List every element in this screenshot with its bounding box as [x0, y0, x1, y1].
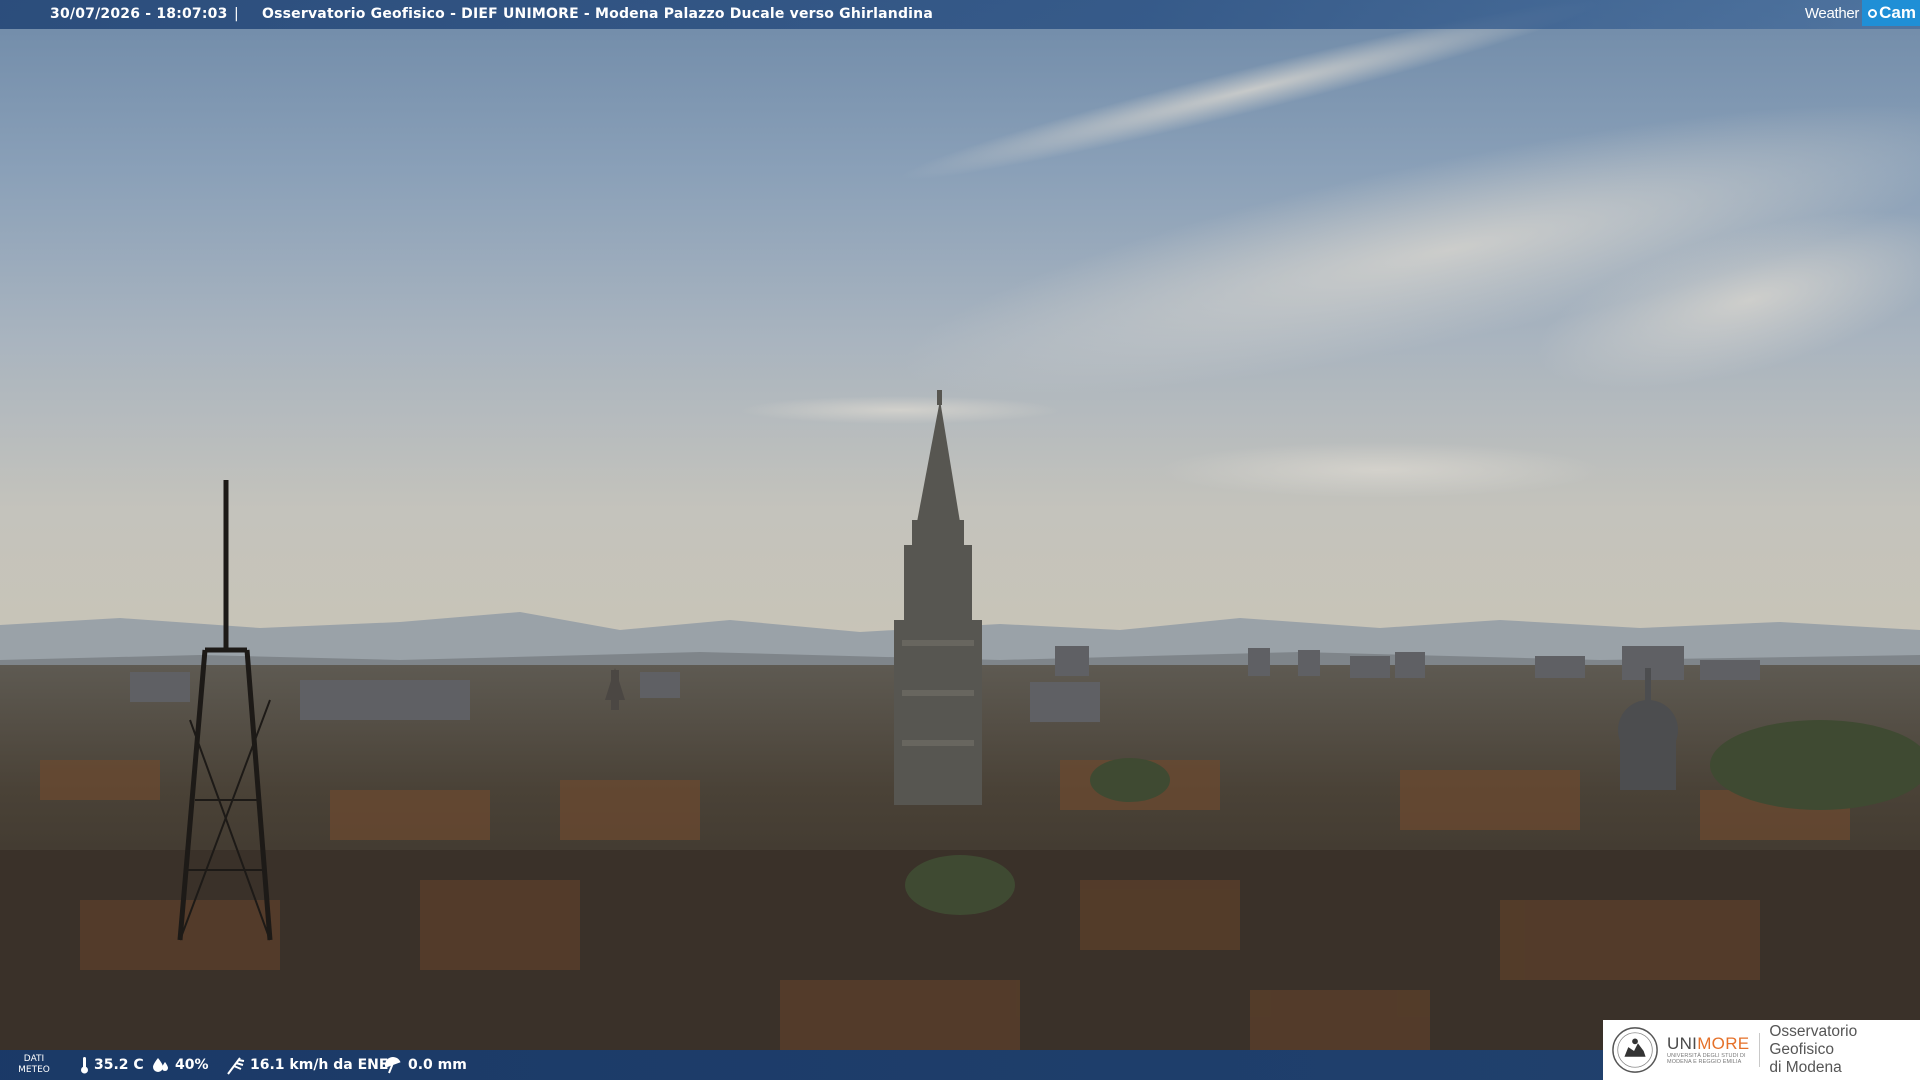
- thermometer-icon: [81, 1057, 88, 1074]
- weathercam-logo-cam: Cam: [1862, 0, 1920, 26]
- unimore-seal-icon: [1612, 1027, 1658, 1073]
- humidity-reading: 40%: [152, 1050, 209, 1080]
- top-info-bar: 30/07/2026 - 18:07:03 | Osservatorio Geo…: [0, 0, 1920, 29]
- unimore-observatory-logo: UNIMORE UNIVERSITÀ DEGLI STUDI DI MODENA…: [1603, 1020, 1920, 1080]
- wind-reading: 16.1 km/h da ENE: [225, 1050, 388, 1080]
- rain-reading: 0.0 mm: [383, 1050, 467, 1080]
- wind-icon: [227, 1057, 245, 1075]
- weathercam-logo-weather: Weather: [1804, 4, 1860, 22]
- unimore-wordmark: UNIMORE UNIVERSITÀ DEGLI STUDI DI MODENA…: [1667, 1034, 1750, 1066]
- unimore-wordmark-more: MORE: [1697, 1034, 1750, 1053]
- humidity-value: 40%: [175, 1057, 209, 1073]
- weathercam-logo: Weather Cam: [1805, 0, 1920, 26]
- rain-value: 0.0 mm: [408, 1057, 467, 1073]
- webcam-image: [0, 0, 1920, 1080]
- humidity-drop-icon: [153, 1058, 168, 1072]
- wind-value: 16.1 km/h da ENE: [250, 1057, 389, 1073]
- weathercam-logo-cam-text: Cam: [1879, 3, 1916, 22]
- camera-title: Osservatorio Geofisico - DIEF UNIMORE - …: [262, 6, 933, 22]
- meteo-label-line1: DATI: [23, 1054, 45, 1064]
- unimore-wordmark-uni: UNI: [1667, 1034, 1698, 1053]
- umbrella-icon: [385, 1057, 401, 1074]
- meteo-label: DATI METEO: [14, 1054, 54, 1076]
- logo-divider: [1759, 1033, 1761, 1067]
- temperature-reading: 35.2 C: [80, 1050, 144, 1080]
- observatory-name-line2: di Modena: [1769, 1059, 1842, 1076]
- meteo-label-line2: METEO: [18, 1065, 50, 1075]
- meteo-data-bar: DATI METEO 35.2 C 40% 16.1 km/h da ENE 0…: [0, 1050, 1605, 1080]
- unimore-subtitle-line2: MODENA E REGGIO EMILIA: [1667, 1059, 1742, 1065]
- timestamp: 30/07/2026 - 18:07:03: [50, 6, 228, 22]
- observatory-name-line1: Osservatorio Geofisico: [1769, 1023, 1858, 1058]
- webcam-frame: 30/07/2026 - 18:07:03 | Osservatorio Geo…: [0, 0, 1920, 1080]
- observatory-name: Osservatorio Geofisico di Modena: [1769, 1023, 1920, 1077]
- title-separator: |: [234, 6, 239, 22]
- camera-lens-icon: [1868, 8, 1878, 18]
- temperature-value: 35.2 C: [94, 1057, 144, 1073]
